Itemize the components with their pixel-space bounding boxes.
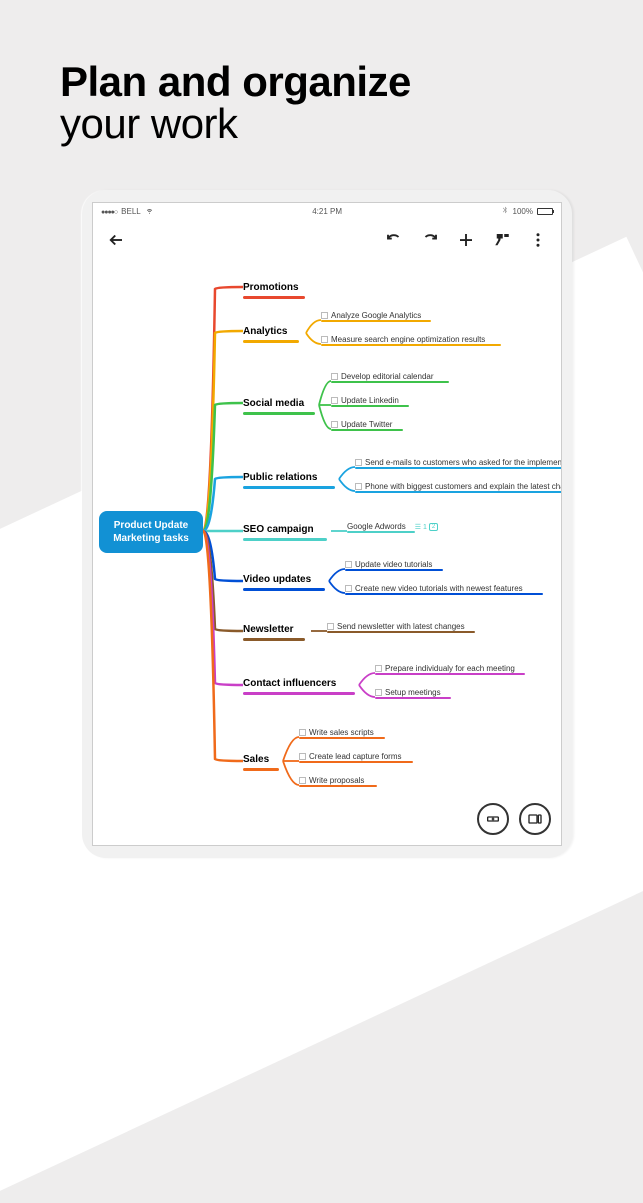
task-item[interactable]: Phone with biggest customers and explain… — [355, 482, 562, 491]
branch-label: Public relations — [243, 472, 317, 484]
task-text: Update Linkedin — [341, 396, 399, 405]
task-item[interactable]: Analyze Google Analytics — [321, 311, 421, 320]
task-item[interactable]: Setup meetings — [375, 688, 441, 697]
task-item[interactable]: Update Twitter — [331, 420, 392, 429]
headline: Plan and organize your work — [60, 58, 411, 148]
task-text: Write proposals — [309, 776, 364, 785]
checkbox-icon[interactable] — [345, 585, 352, 592]
task-item[interactable]: Send e-mails to customers who asked for … — [355, 458, 562, 467]
task-text: Update video tutorials — [355, 560, 432, 569]
checkbox-icon[interactable] — [355, 483, 362, 490]
tablet-frame: BELL 4:21 PM 100% — [82, 190, 572, 858]
task-item[interactable]: Write sales scripts — [299, 728, 374, 737]
bluetooth-icon — [501, 206, 509, 216]
branch-label: Sales — [243, 754, 269, 766]
task-text: Send e-mails to customers who asked for … — [365, 458, 562, 467]
undo-button[interactable] — [385, 231, 403, 249]
checkbox-icon[interactable] — [299, 753, 306, 760]
task-badge: ☰1 2 — [415, 523, 439, 531]
branch-promotions[interactable]: Promotions — [243, 277, 305, 299]
branch-contact[interactable]: Contact influencers — [243, 673, 355, 695]
branch-label: SEO campaign — [243, 524, 314, 536]
checkbox-icon[interactable] — [345, 561, 352, 568]
status-bar: BELL 4:21 PM 100% — [93, 203, 561, 219]
headline-light: your work — [60, 100, 411, 148]
floating-buttons — [477, 803, 551, 835]
signal-dots-icon — [101, 207, 117, 216]
add-node-button[interactable] — [477, 803, 509, 835]
checkbox-icon[interactable] — [327, 623, 334, 630]
battery-icon — [537, 208, 553, 215]
task-item[interactable]: Measure search engine optimization resul… — [321, 335, 485, 344]
checkbox-icon[interactable] — [331, 397, 338, 404]
task-text: Measure search engine optimization resul… — [331, 335, 485, 344]
branch-pr[interactable]: Public relations — [243, 467, 335, 489]
task-text: Phone with biggest customers and explain… — [365, 482, 562, 491]
task-text: Update Twitter — [341, 420, 392, 429]
wifi-icon — [145, 206, 154, 217]
add-button[interactable] — [457, 231, 475, 249]
branch-social[interactable]: Social media — [243, 393, 315, 415]
checkbox-icon[interactable] — [375, 665, 382, 672]
checkbox-icon[interactable] — [331, 373, 338, 380]
task-text: Write sales scripts — [309, 728, 374, 737]
branch-video[interactable]: Video updates — [243, 569, 325, 591]
mindmap-canvas[interactable]: Product Update Marketing tasks Promotion… — [93, 257, 561, 845]
task-item[interactable]: Develop editorial calendar — [331, 372, 434, 381]
root-line1: Product Update — [109, 519, 193, 532]
task-text: Prepare individualy for each meeting — [385, 664, 515, 673]
task-text: Develop editorial calendar — [341, 372, 434, 381]
back-button[interactable] — [107, 231, 125, 249]
branch-label: Analytics — [243, 326, 287, 338]
branch-seo[interactable]: SEO campaign — [243, 519, 327, 541]
carrier-label: BELL — [121, 207, 141, 216]
task-text: Setup meetings — [385, 688, 441, 697]
checkbox-icon[interactable] — [299, 777, 306, 784]
redo-button[interactable] — [421, 231, 439, 249]
branch-news[interactable]: Newsletter — [243, 619, 305, 641]
headline-bold: Plan and organize — [60, 58, 411, 106]
more-button[interactable] — [529, 231, 547, 249]
checkbox-icon[interactable] — [321, 312, 328, 319]
branch-label: Social media — [243, 398, 304, 410]
task-item[interactable]: Google Adwords ☰1 2 — [347, 522, 438, 531]
task-item[interactable]: Update video tutorials — [345, 560, 432, 569]
task-item[interactable]: Create new video tutorials with newest f… — [345, 584, 523, 593]
root-node[interactable]: Product Update Marketing tasks — [99, 511, 203, 553]
toolbar — [93, 219, 561, 257]
branch-label: Promotions — [243, 282, 299, 294]
layout-button[interactable] — [519, 803, 551, 835]
format-button[interactable] — [493, 231, 511, 249]
branch-label: Video updates — [243, 574, 311, 586]
checkbox-icon[interactable] — [299, 729, 306, 736]
task-item[interactable]: Update Linkedin — [331, 396, 399, 405]
task-text: Analyze Google Analytics — [331, 311, 421, 320]
task-text: Send newsletter with latest changes — [337, 622, 465, 631]
checkbox-icon[interactable] — [331, 421, 338, 428]
root-line2: Marketing tasks — [109, 532, 193, 545]
branch-sales[interactable]: Sales — [243, 749, 279, 771]
list-icon: ☰ — [415, 523, 421, 531]
status-time: 4:21 PM — [312, 207, 342, 216]
checkbox-icon[interactable] — [321, 336, 328, 343]
task-text: Google Adwords — [347, 522, 406, 531]
task-item[interactable]: Create lead capture forms — [299, 752, 402, 761]
checkbox-icon[interactable] — [355, 459, 362, 466]
branch-label: Contact influencers — [243, 678, 336, 690]
battery-label: 100% — [513, 207, 533, 216]
branch-analytics[interactable]: Analytics — [243, 321, 299, 343]
branch-label: Newsletter — [243, 624, 294, 636]
task-item[interactable]: Write proposals — [299, 776, 364, 785]
screen: BELL 4:21 PM 100% — [92, 202, 562, 846]
checkbox-icon[interactable] — [375, 689, 382, 696]
task-item[interactable]: Prepare individualy for each meeting — [375, 664, 515, 673]
task-text: Create lead capture forms — [309, 752, 402, 761]
task-item[interactable]: Send newsletter with latest changes — [327, 622, 465, 631]
task-text: Create new video tutorials with newest f… — [355, 584, 523, 593]
